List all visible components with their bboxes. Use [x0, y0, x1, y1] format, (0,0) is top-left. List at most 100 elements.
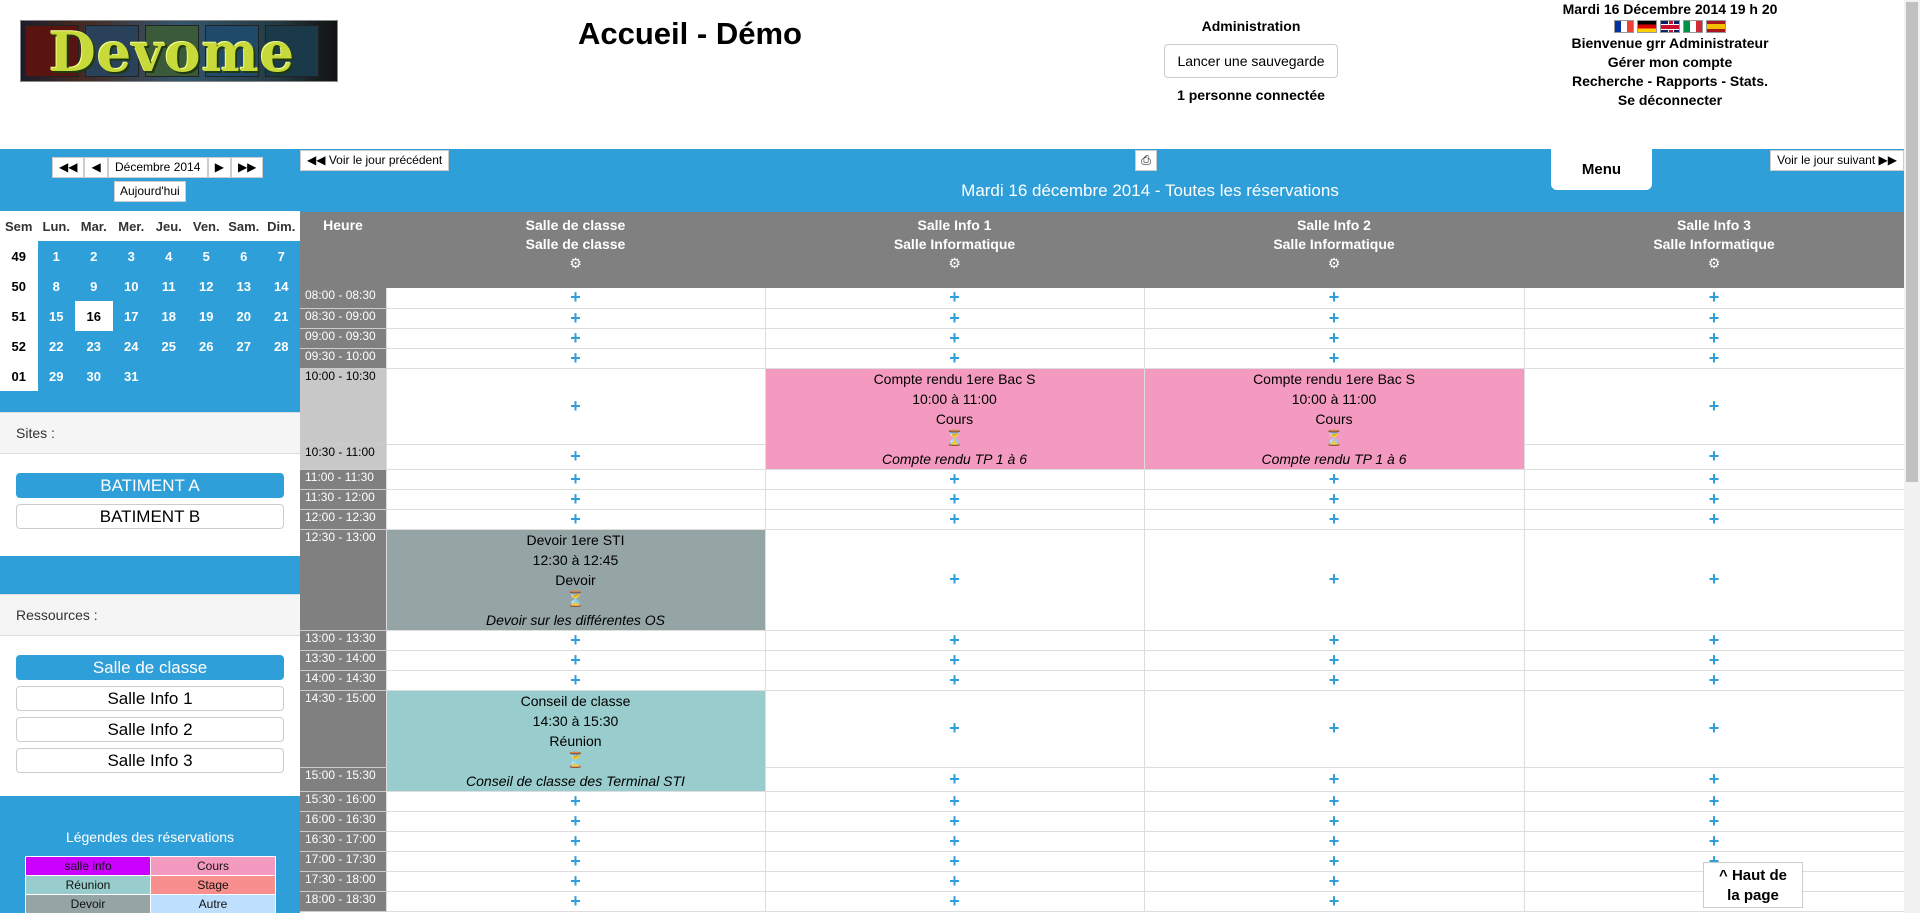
calendar-day[interactable]: 4	[150, 241, 188, 271]
calendar-day[interactable]: 2	[75, 241, 113, 271]
reservation-event[interactable]: Devoir 1ere STI 12:30 à 12:45 Devoir ⏳ Devoi…	[386, 529, 766, 631]
calendar-day[interactable]: 15	[38, 301, 76, 331]
calendar-day[interactable]: 30	[75, 361, 113, 391]
calendar-day[interactable]: 5	[188, 241, 226, 271]
next-month-fast-button[interactable]: ▶▶	[230, 157, 264, 178]
menu-tab[interactable]: Menu	[1551, 149, 1652, 190]
add-reservation-icon[interactable]: +	[949, 569, 960, 589]
reservation-event[interactable]: Conseil de classe 14:30 à 15:30 Réunion ⏳ Co…	[386, 690, 766, 792]
add-reservation-icon[interactable]: +	[1329, 811, 1340, 831]
resource-salle-info-2[interactable]: Salle Info 2	[16, 717, 284, 742]
add-reservation-icon[interactable]: +	[1329, 851, 1340, 871]
week-number[interactable]: 01	[0, 361, 38, 391]
add-reservation-icon[interactable]: +	[1709, 328, 1720, 348]
add-reservation-icon[interactable]: +	[1329, 308, 1340, 328]
add-reservation-icon[interactable]: +	[570, 811, 581, 831]
french-flag-icon[interactable]	[1614, 20, 1634, 33]
english-flag-icon[interactable]	[1660, 20, 1680, 33]
add-reservation-icon[interactable]: +	[949, 791, 960, 811]
calendar-day[interactable]: 6	[225, 241, 263, 271]
add-reservation-icon[interactable]: +	[1329, 670, 1340, 690]
prev-day-button[interactable]: ◀◀ Voir le jour précédent	[300, 150, 450, 171]
add-reservation-icon[interactable]: +	[1709, 446, 1720, 466]
reservation-event[interactable]: Compte rendu 1ere Bac S 10:00 à 11:00 Cour…	[1144, 368, 1525, 470]
add-reservation-icon[interactable]: +	[1329, 348, 1340, 368]
add-reservation-icon[interactable]: +	[1709, 769, 1720, 789]
calendar-day[interactable]: 19	[188, 301, 226, 331]
nav-links[interactable]: Recherche - Rapports - Stats.	[1560, 72, 1780, 91]
add-reservation-icon[interactable]: +	[949, 287, 960, 307]
add-reservation-icon[interactable]: +	[1709, 287, 1720, 307]
spanish-flag-icon[interactable]	[1706, 20, 1726, 33]
add-reservation-icon[interactable]: +	[1329, 891, 1340, 911]
gear-icon[interactable]: ⚙	[1144, 254, 1524, 273]
add-reservation-icon[interactable]: +	[570, 891, 581, 911]
calendar-day[interactable]: 27	[225, 331, 263, 361]
add-reservation-icon[interactable]: +	[1329, 469, 1340, 489]
add-reservation-icon[interactable]: +	[1709, 718, 1720, 738]
gear-icon[interactable]: ⚙	[1524, 254, 1904, 273]
add-reservation-icon[interactable]: +	[949, 630, 960, 650]
calendar-day[interactable]: 9	[75, 271, 113, 301]
add-reservation-icon[interactable]: +	[1709, 396, 1720, 416]
prev-month-button[interactable]: ◀	[84, 157, 108, 178]
calendar-day[interactable]: 24	[113, 331, 151, 361]
resource-salle-de-classe[interactable]: Salle de classe	[16, 655, 284, 680]
german-flag-icon[interactable]	[1637, 20, 1657, 33]
logout-link[interactable]: Se déconnecter	[1560, 91, 1780, 110]
add-reservation-icon[interactable]: +	[949, 811, 960, 831]
add-reservation-icon[interactable]: +	[949, 328, 960, 348]
add-reservation-icon[interactable]: +	[1709, 469, 1720, 489]
calendar-day[interactable]: 8	[38, 271, 76, 301]
calendar-day[interactable]: 29	[38, 361, 76, 391]
add-reservation-icon[interactable]: +	[1709, 509, 1720, 529]
account-link[interactable]: Gérer mon compte	[1560, 53, 1780, 72]
resource-salle-info-1[interactable]: Salle Info 1	[16, 686, 284, 711]
add-reservation-icon[interactable]: +	[1329, 769, 1340, 789]
week-number[interactable]: 51	[0, 301, 38, 331]
prev-month-fast-button[interactable]: ◀◀	[52, 157, 85, 178]
add-reservation-icon[interactable]: +	[570, 650, 581, 670]
calendar-day[interactable]: 25	[150, 331, 188, 361]
calendar-day[interactable]: 12	[188, 271, 226, 301]
resource-salle-info-3[interactable]: Salle Info 3	[16, 748, 284, 773]
next-day-button[interactable]: Voir le jour suivant ▶▶	[1770, 150, 1904, 171]
week-number[interactable]: 49	[0, 241, 38, 271]
site-batiment-a[interactable]: BATIMENT A	[16, 473, 284, 498]
calendar-day[interactable]: 31	[113, 361, 151, 391]
week-number[interactable]: 52	[0, 331, 38, 361]
add-reservation-icon[interactable]: +	[949, 348, 960, 368]
back-to-top-button[interactable]: ^ Haut de la page	[1703, 862, 1803, 908]
add-reservation-icon[interactable]: +	[1709, 831, 1720, 851]
add-reservation-icon[interactable]: +	[1329, 630, 1340, 650]
calendar-day[interactable]: 22	[38, 331, 76, 361]
add-reservation-icon[interactable]: +	[949, 308, 960, 328]
calendar-day[interactable]: 1	[38, 241, 76, 271]
add-reservation-icon[interactable]: +	[949, 718, 960, 738]
add-reservation-icon[interactable]: +	[570, 489, 581, 509]
calendar-day[interactable]: 23	[75, 331, 113, 361]
add-reservation-icon[interactable]: +	[570, 308, 581, 328]
add-reservation-icon[interactable]: +	[570, 791, 581, 811]
add-reservation-icon[interactable]: +	[1709, 348, 1720, 368]
calendar-day[interactable]: 14	[263, 271, 301, 301]
calendar-day[interactable]: 21	[263, 301, 301, 331]
add-reservation-icon[interactable]: +	[949, 769, 960, 789]
calendar-day[interactable]: 7	[263, 241, 301, 271]
calendar-day[interactable]: 10	[113, 271, 151, 301]
add-reservation-icon[interactable]: +	[570, 396, 581, 416]
add-reservation-icon[interactable]: +	[570, 851, 581, 871]
add-reservation-icon[interactable]: +	[949, 670, 960, 690]
add-reservation-icon[interactable]: +	[570, 469, 581, 489]
admin-link[interactable]: Administration	[1136, 18, 1366, 34]
add-reservation-icon[interactable]: +	[570, 509, 581, 529]
add-reservation-icon[interactable]: +	[1709, 630, 1720, 650]
calendar-day[interactable]: 16	[75, 301, 113, 331]
add-reservation-icon[interactable]: +	[949, 851, 960, 871]
calendar-day[interactable]: 18	[150, 301, 188, 331]
add-reservation-icon[interactable]: +	[570, 348, 581, 368]
add-reservation-icon[interactable]: +	[949, 469, 960, 489]
add-reservation-icon[interactable]: +	[1329, 791, 1340, 811]
add-reservation-icon[interactable]: +	[1329, 489, 1340, 509]
add-reservation-icon[interactable]: +	[570, 831, 581, 851]
